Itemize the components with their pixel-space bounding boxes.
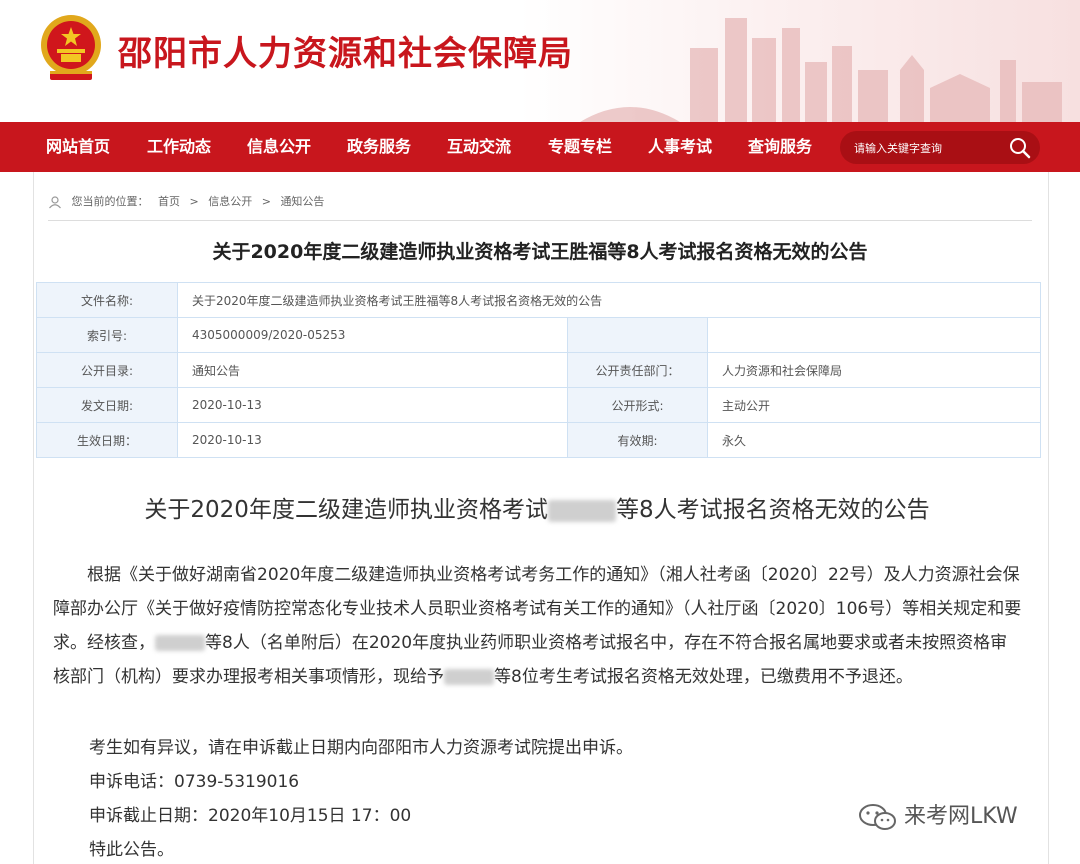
index-value: 4305000009/2020-05253 (177, 317, 568, 353)
article-paragraph-1: 根据《关于做好湖南省2020年度二级建造师执业资格考试考务工作的通知》（湘人社考… (53, 558, 1023, 694)
table-row: 公开目录: 通知公告 公开责任部门： 人力资源和社会保障局 (36, 352, 1042, 388)
redacted-name (155, 635, 205, 651)
catalog-label: 公开目录: (36, 352, 178, 388)
breadcrumb-home[interactable]: 首页 (158, 195, 180, 208)
nav-item-home[interactable]: 网站首页 (46, 122, 110, 172)
breadcrumb-separator: > (261, 195, 271, 208)
table-row: 索引号: 4305000009/2020-05253 (36, 317, 1042, 353)
paragraph-1-part3: 等8位考生考试报名资格无效处理，已缴费用不予退还。 (494, 667, 913, 687)
disclosure-form-value: 主动公开 (706, 387, 1042, 423)
dept-label: 公开责任部门： (567, 352, 708, 388)
national-emblem-icon (41, 15, 101, 80)
breadcrumb-notices[interactable]: 通知公告 (280, 195, 324, 208)
breadcrumb-prefix: 您当前的位置： (71, 195, 149, 208)
closing-statement: 特此公告。 (89, 840, 174, 860)
effective-date-value: 2020-10-13 (177, 422, 568, 458)
table-row: 文件名称: 关于2020年度二级建造师执业资格考试王胜福等8人考试报名资格无效的… (36, 282, 1042, 318)
user-location-icon (49, 196, 61, 209)
search-input[interactable] (852, 137, 1006, 159)
nav-item-special-topics[interactable]: 专题专栏 (548, 122, 612, 172)
index-label: 索引号: (36, 317, 178, 353)
watermark: 来考网LKW (858, 798, 1018, 832)
empty-value-cell (706, 317, 1042, 353)
site-header: 邵阳市人力资源和社会保障局 (0, 0, 1080, 122)
nav-item-interaction[interactable]: 互动交流 (447, 122, 511, 172)
document-info-table: 文件名称: 关于2020年度二级建造师执业资格考试王胜福等8人考试报名资格无效的… (36, 282, 1042, 458)
nav-item-gov-services[interactable]: 政务服务 (347, 122, 411, 172)
breadcrumb: 您当前的位置： 首页 > 信息公开 > 通知公告 (48, 193, 330, 209)
nav-item-work-news[interactable]: 工作动态 (147, 122, 211, 172)
breadcrumb-info-disclosure[interactable]: 信息公开 (208, 195, 252, 208)
effective-date-label: 生效日期： (36, 422, 178, 458)
wechat-icon (859, 804, 896, 830)
empty-label-cell (567, 317, 708, 353)
article-title-part2: 等8人考试报名资格无效的公告 (615, 497, 930, 523)
file-name-label: 文件名称: (36, 282, 178, 318)
redacted-name (547, 499, 616, 522)
city-skyline-graphic (580, 18, 1062, 122)
search-box (840, 131, 1040, 164)
validity-value: 永久 (706, 422, 1042, 458)
appeal-deadline: 申诉截止日期：2020年10月15日 17：00 (89, 806, 412, 826)
breadcrumb-separator: > (189, 195, 199, 208)
article-paragraph-2: 考生如有异议，请在申诉截止日期内向邵阳市人力资源考试院提出申诉。 (89, 738, 633, 758)
site-title: 邵阳市人力资源和社会保障局 (118, 34, 573, 74)
file-name-value: 关于2020年度二级建造师执业资格考试王胜福等8人考试报名资格无效的公告 (176, 282, 1042, 318)
dept-value: 人力资源和社会保障局 (706, 352, 1042, 388)
catalog-value: 通知公告 (177, 352, 568, 388)
table-row: 发文日期: 2020-10-13 公开形式: 主动公开 (36, 387, 1042, 423)
disclosure-form-label: 公开形式: (567, 387, 708, 423)
table-row: 生效日期： 2020-10-13 有效期: 永久 (36, 422, 1042, 458)
article-title: 关于2020年度二级建造师执业资格考试 等8人考试报名资格无效的公告 (0, 490, 1074, 524)
watermark-text: 来考网LKW (904, 804, 1018, 829)
redacted-name (444, 669, 494, 685)
nav-item-query-services[interactable]: 查询服务 (748, 122, 812, 172)
validity-label: 有效期: (567, 422, 708, 458)
nav-item-personnel-exams[interactable]: 人事考试 (648, 122, 712, 172)
article-title-part1: 关于2020年度二级建造师执业资格考试 (144, 497, 548, 523)
appeal-phone: 申诉电话：0739-5319016 (89, 772, 300, 792)
breadcrumb-divider (48, 220, 1032, 221)
issue-date-value: 2020-10-13 (177, 387, 568, 423)
page-title: 关于2020年度二级建造师执业资格考试王胜福等8人考试报名资格无效的公告 (212, 241, 868, 263)
nav-item-info-disclosure[interactable]: 信息公开 (247, 122, 311, 172)
search-icon[interactable] (1008, 136, 1032, 160)
issue-date-label: 发文日期: (36, 387, 178, 423)
